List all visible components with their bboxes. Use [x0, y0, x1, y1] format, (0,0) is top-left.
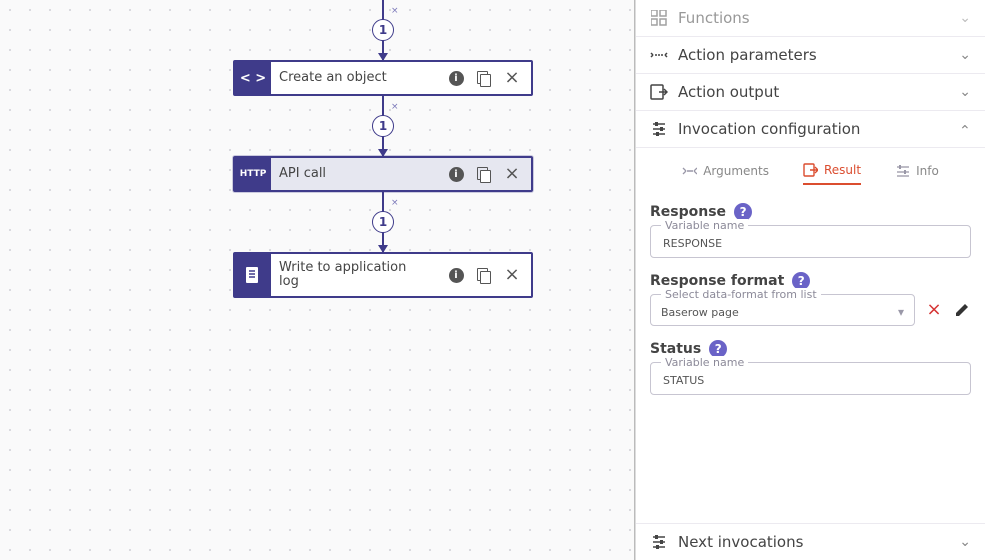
section-action-output[interactable]: Action output ⌄ — [636, 73, 985, 110]
close-icon[interactable]: × — [503, 69, 521, 87]
tab-arguments[interactable]: Arguments — [682, 162, 769, 185]
connector-close-icon[interactable]: × — [391, 198, 399, 208]
group-response: Response ? Variable name — [650, 203, 971, 258]
field-label: Select data-format from list — [661, 288, 821, 301]
response-variable-input[interactable] — [661, 236, 960, 251]
close-icon[interactable]: × — [503, 165, 521, 183]
group-status: Status ? Variable name — [650, 340, 971, 395]
invocation-body: Arguments Result Info Response ? Va — [636, 147, 985, 523]
tab-info[interactable]: Info — [895, 162, 939, 185]
close-icon[interactable]: × — [503, 266, 521, 284]
node-label: API call — [271, 158, 437, 190]
format-value: Baserow page — [661, 306, 898, 319]
connector[interactable]: × 1 — [382, 96, 384, 156]
doc-icon — [235, 254, 271, 296]
response-variable-field[interactable]: Variable name — [650, 225, 971, 258]
tab-label: Result — [824, 163, 861, 177]
sliders-icon — [650, 120, 668, 138]
clear-format-icon[interactable]: × — [925, 301, 943, 319]
status-variable-input[interactable] — [661, 373, 960, 388]
info-icon[interactable]: i — [447, 69, 465, 87]
node-write-log[interactable]: Write to application log i × — [233, 252, 533, 298]
info-icon[interactable]: i — [447, 165, 465, 183]
arguments-icon — [682, 163, 697, 178]
result-icon — [803, 162, 818, 177]
connector[interactable]: × 1 — [382, 192, 384, 252]
node-create-object[interactable]: < > Create an object i × — [233, 60, 533, 96]
copy-icon[interactable] — [475, 69, 493, 87]
group-title: Status — [650, 341, 701, 357]
tab-label: Arguments — [703, 164, 769, 178]
edit-format-icon[interactable] — [953, 301, 971, 319]
http-icon: HTTP — [235, 158, 271, 190]
node-label: Write to application log — [271, 254, 437, 296]
sliders-icon — [650, 533, 668, 551]
section-invocation-config[interactable]: Invocation configuration ⌄ — [636, 110, 985, 147]
params-icon — [650, 46, 668, 64]
code-icon: < > — [235, 62, 271, 94]
copy-icon[interactable] — [475, 266, 493, 284]
chevron-down-icon: ⌄ — [959, 47, 971, 63]
group-title: Response format — [650, 273, 784, 289]
format-select[interactable]: Select data-format from list Baserow pag… — [650, 294, 915, 326]
connector-close-icon[interactable]: × — [391, 102, 399, 112]
grid-icon — [650, 9, 668, 27]
field-label: Variable name — [661, 219, 748, 232]
section-label: Action output — [678, 83, 949, 101]
section-functions[interactable]: Functions ⌄ — [636, 0, 985, 36]
chevron-down-icon: ⌄ — [959, 84, 971, 100]
tab-label: Info — [916, 164, 939, 178]
chevron-down-icon: ⌄ — [959, 534, 971, 550]
section-next-invocations[interactable]: Next invocations ⌄ — [636, 523, 985, 560]
section-label: Next invocations — [678, 533, 949, 551]
field-label: Variable name — [661, 356, 748, 369]
connector-badge[interactable]: 1 — [372, 115, 394, 137]
output-icon — [650, 83, 668, 101]
tabs: Arguments Result Info — [650, 162, 971, 185]
info-icon[interactable]: i — [447, 266, 465, 284]
status-variable-field[interactable]: Variable name — [650, 362, 971, 395]
copy-icon[interactable] — [475, 165, 493, 183]
connector-close-icon[interactable]: × — [391, 6, 399, 16]
section-label: Functions — [678, 9, 949, 27]
connector-badge[interactable]: 1 — [372, 19, 394, 41]
group-title: Response — [650, 204, 726, 220]
section-action-parameters[interactable]: Action parameters ⌄ — [636, 36, 985, 73]
side-panel: Functions ⌄ Action parameters ⌄ Action o… — [635, 0, 985, 560]
group-response-format: Response format ? Select data-format fro… — [650, 272, 971, 326]
tab-result[interactable]: Result — [803, 162, 861, 185]
chevron-down-icon: ▾ — [898, 305, 904, 319]
info-tab-icon — [895, 163, 910, 178]
chevron-down-icon: ⌄ — [959, 10, 971, 26]
flow-canvas[interactable]: i × × 1 < > Create an object i × × 1 HTT… — [0, 0, 635, 560]
connector[interactable]: × 1 — [382, 0, 384, 60]
node-label: Create an object — [271, 62, 437, 94]
flow-column: i × × 1 < > Create an object i × × 1 HTT… — [233, 0, 533, 298]
section-label: Action parameters — [678, 46, 949, 64]
section-label: Invocation configuration — [678, 120, 949, 138]
chevron-up-icon: ⌄ — [959, 121, 971, 137]
node-api-call[interactable]: HTTP API call i × — [233, 156, 533, 192]
connector-badge[interactable]: 1 — [372, 211, 394, 233]
